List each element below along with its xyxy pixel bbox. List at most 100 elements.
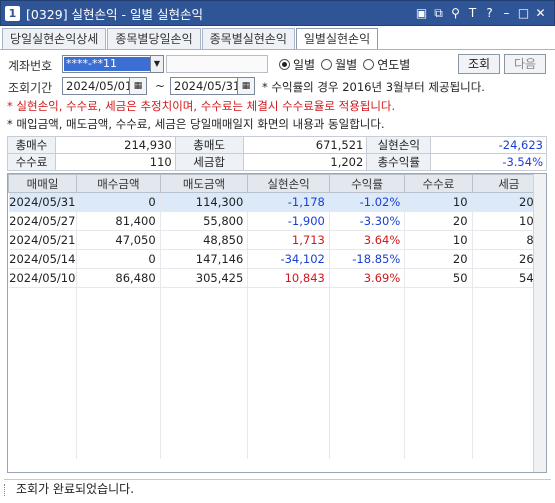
tab-daily-realized[interactable]: 일별실현손익 xyxy=(295,28,379,50)
cell-date: 2024/05/14 xyxy=(8,249,78,269)
empty-cell xyxy=(247,401,330,421)
radio-yearly-circle[interactable] xyxy=(363,59,375,70)
cell-pnl: -1,900 xyxy=(247,211,330,231)
radio-daily[interactable]: 일별 xyxy=(279,56,315,73)
table-row[interactable]: 2024/05/2147,05048,8501,7133.64%1087 xyxy=(8,230,546,250)
text-icon[interactable]: T xyxy=(465,6,480,21)
empty-row xyxy=(8,306,546,326)
empty-cell xyxy=(329,401,406,421)
summary-row: 총매수 214,930 총매도 671,521 실현손익 -24,623 xyxy=(7,136,547,154)
col-header-date[interactable]: 매매일 xyxy=(8,174,78,193)
col-header-fee[interactable]: 수수료 xyxy=(404,174,473,193)
empty-cell xyxy=(8,325,78,345)
cell-date: 2024/05/27 xyxy=(8,211,78,231)
table-row[interactable]: 2024/05/14 0 147,146 -34,102 -18.85% 20 262 xyxy=(8,249,546,269)
empty-cell xyxy=(404,344,473,364)
account-value: ****-**11 xyxy=(64,57,150,71)
empty-cell xyxy=(247,325,330,345)
radio-yearly-label: 연도별 xyxy=(377,58,411,72)
radio-monthly[interactable]: 월별 xyxy=(321,56,357,73)
empty-cell xyxy=(329,420,406,440)
empty-cell xyxy=(247,439,330,459)
cell-buy: 86,480 xyxy=(76,268,161,288)
date-range-separator: ~ xyxy=(155,79,166,93)
empty-cell xyxy=(247,382,330,402)
empty-cell xyxy=(8,420,78,440)
empty-cell xyxy=(76,344,161,364)
next-button[interactable]: 다음 xyxy=(504,54,546,74)
daily-pnl-grid[interactable]: 매매일 매수금액 매도금액 실현손익 수익률 수수료 세금 2024/05/31… xyxy=(7,173,547,473)
cell-pnl: 10,843 xyxy=(247,268,330,288)
cell-sell: 147,146 xyxy=(160,249,249,269)
empty-cell xyxy=(160,401,249,421)
window-title: [0329] 실현손익 - 일별 실현손익 xyxy=(26,6,203,22)
tab-by-stock-realized[interactable]: 종목별실현손익 xyxy=(201,28,295,49)
buy-total-value: 214,930 xyxy=(54,136,176,154)
cell-fee: 10 xyxy=(404,192,473,212)
table-row[interactable]: 2024/05/10 86,480 305,425 10,843 3.69% 50 548 xyxy=(8,268,546,288)
radio-daily-circle[interactable] xyxy=(279,59,290,70)
close-icon[interactable]: ✕ xyxy=(533,6,548,21)
minimize-icon[interactable]: – xyxy=(499,6,514,21)
empty-cell xyxy=(247,420,330,440)
title-bar-icons: ▣ ⧉ ⚲ T ? – □ ✕ xyxy=(414,6,548,21)
empty-cell xyxy=(76,287,161,307)
cell-fee: 20 xyxy=(404,249,473,269)
cell-sell: 114,300 xyxy=(160,192,249,212)
search-button[interactable]: 조회 xyxy=(458,54,500,74)
table-row[interactable]: 2024/05/31 0 114,300 -1,178 -1.02% 10 205 xyxy=(8,192,546,212)
empty-cell xyxy=(329,363,406,383)
empty-cell xyxy=(404,401,473,421)
empty-cell xyxy=(404,306,473,326)
help-icon[interactable]: ? xyxy=(482,6,497,21)
realized-value: -24,623 xyxy=(430,136,547,154)
col-header-yield[interactable]: 수익률 xyxy=(328,174,406,193)
yield-label: 총수익률 xyxy=(366,153,432,171)
tab-by-stock-daily[interactable]: 종목별당일손익 xyxy=(107,28,201,49)
account-select[interactable]: ****-**11 ▼ xyxy=(62,55,164,73)
calendar-icon[interactable]: ▦ xyxy=(237,78,254,94)
pin-icon[interactable]: ⚲ xyxy=(448,6,463,21)
empty-cell xyxy=(76,325,161,345)
estimate-note: * 실현손익, 수수료, 세금은 추정치이며, 수수료는 체결시 수수료율로 적… xyxy=(7,99,396,113)
date-to-input[interactable]: 2024/05/31 ▦ xyxy=(170,77,255,95)
summary-row: 수수료 110 세금합 1,202 총수익률 -3.54% xyxy=(7,153,547,171)
chevron-down-icon[interactable]: ▼ xyxy=(150,56,163,72)
empty-cell xyxy=(160,382,249,402)
calendar-icon[interactable]: ▦ xyxy=(129,78,146,94)
col-header-sell[interactable]: 매도금액 xyxy=(159,174,249,193)
cell-yield: -18.85% xyxy=(329,249,406,269)
col-header-buy[interactable]: 매수금액 xyxy=(76,174,161,193)
empty-row xyxy=(8,287,546,307)
empty-cell xyxy=(8,363,78,383)
tab-intraday-detail[interactable]: 당일실현손익상세 xyxy=(2,28,107,49)
fee-label: 수수료 xyxy=(7,153,56,171)
yield-note: * 수익률의 경우 2016년 3월부터 제공됩니다. xyxy=(262,80,485,94)
buy-total-label: 총매수 xyxy=(7,136,56,154)
date-from-input[interactable]: 2024/05/01 ▦ xyxy=(62,77,147,95)
table-row[interactable]: 2024/05/27 81,400 55,800 -1,900 -3.30% 20 100 xyxy=(8,211,546,231)
empty-cell xyxy=(329,306,406,326)
cell-sell: 48,850 xyxy=(160,230,249,250)
empty-cell xyxy=(8,382,78,402)
radio-yearly[interactable]: 연도별 xyxy=(363,56,410,73)
empty-cell xyxy=(247,363,330,383)
cell-pnl: -1,178 xyxy=(247,192,330,212)
empty-cell xyxy=(247,287,330,307)
empty-cell xyxy=(8,287,78,307)
col-header-pnl[interactable]: 실현손익 xyxy=(247,174,330,193)
radio-monthly-circle[interactable] xyxy=(321,59,333,70)
fee-value: 110 xyxy=(54,153,176,171)
table-body: 2024/05/31 0 114,300 -1,178 -1.02% 10 205 2024/… xyxy=(8,192,546,459)
window-icon[interactable]: ▣ xyxy=(414,6,429,21)
empty-cell xyxy=(160,439,249,459)
consistency-note: * 매입금액, 매도금액, 수수료, 세금은 당일매매일지 화면의 내용과 동일… xyxy=(7,117,385,131)
title-bar: 1 [0329] 실현손익 - 일별 실현손익 ▣ ⧉ ⚲ T ? – □ ✕ xyxy=(0,0,555,26)
copy-icon[interactable]: ⧉ xyxy=(431,6,446,21)
empty-cell xyxy=(8,306,78,326)
date-to-value: 2024/05/31 xyxy=(174,79,241,93)
maximize-icon[interactable]: □ xyxy=(516,6,531,21)
period-label: 조회기간 xyxy=(8,81,53,95)
vertical-scrollbar[interactable] xyxy=(533,174,546,472)
tab-strip: 당일실현손익상세 종목별당일손익 종목별실현손익 일별실현손익 xyxy=(2,28,379,50)
